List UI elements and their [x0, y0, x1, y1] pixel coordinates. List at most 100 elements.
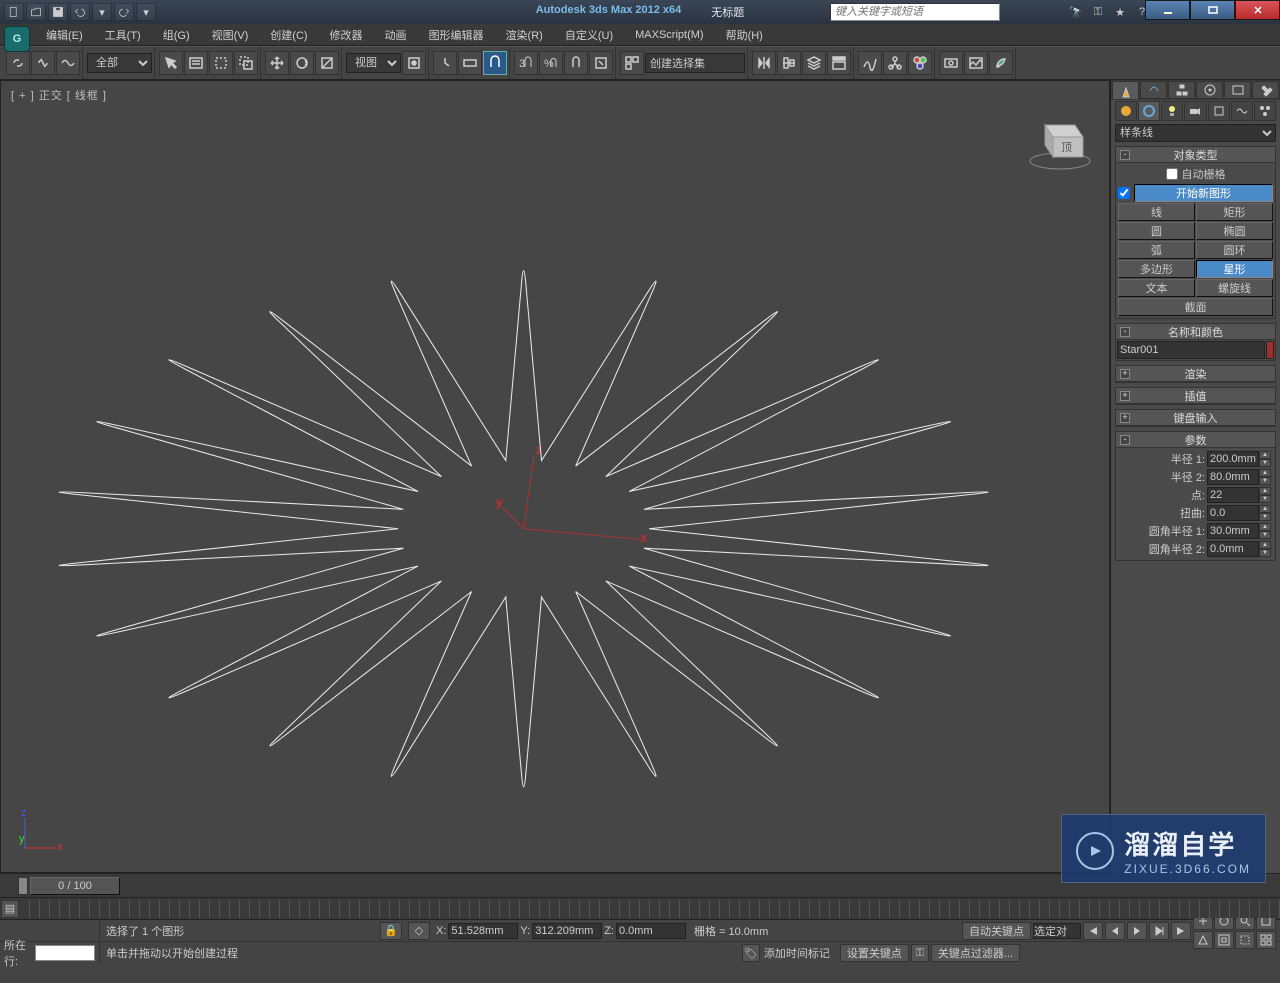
menu-maxscript[interactable]: MAXScript(M)	[625, 27, 713, 43]
manipulate-icon[interactable]	[433, 51, 457, 75]
application-icon[interactable]: G	[4, 26, 30, 52]
spin-down[interactable]: ▼	[1259, 495, 1271, 503]
spin-down[interactable]: ▼	[1259, 459, 1271, 467]
set-key-button[interactable]: 设置关键点	[840, 944, 909, 962]
unlink-icon[interactable]	[31, 51, 55, 75]
menu-views[interactable]: 视图(V)	[202, 25, 259, 45]
prev-frame-icon[interactable]	[1105, 922, 1125, 940]
param-input-3[interactable]	[1207, 505, 1259, 521]
shape-text[interactable]: 文本	[1118, 279, 1195, 297]
spin-down[interactable]: ▼	[1259, 531, 1271, 539]
rotate-icon[interactable]	[290, 51, 314, 75]
rollout-head-name[interactable]: -名称和颜色	[1116, 324, 1275, 340]
subtab-helpers[interactable]	[1208, 101, 1230, 121]
spin-up[interactable]: ▲	[1259, 451, 1271, 459]
spin-up[interactable]: ▲	[1259, 505, 1271, 513]
spin-up[interactable]: ▲	[1259, 541, 1271, 549]
coord-y[interactable]	[532, 923, 602, 939]
param-input-1[interactable]	[1207, 469, 1259, 485]
menu-edit[interactable]: 编辑(E)	[36, 25, 93, 45]
named-sel-sets-icon[interactable]	[620, 51, 644, 75]
render-setup-icon[interactable]	[939, 51, 963, 75]
shape-ellipse[interactable]: 椭圆	[1196, 222, 1273, 240]
qa-redo-icon[interactable]	[114, 3, 134, 21]
menu-tools[interactable]: 工具(T)	[95, 25, 151, 45]
mirror-icon[interactable]	[752, 51, 776, 75]
viewcube[interactable]: 顶	[1025, 105, 1095, 175]
link-icon[interactable]	[6, 51, 30, 75]
rollout-head-render[interactable]: +渲染	[1116, 366, 1275, 382]
trackbar-toggle-icon[interactable]: ▤	[1, 900, 19, 918]
spin-down[interactable]: ▼	[1259, 513, 1271, 521]
toggle-ribbon-icon[interactable]	[827, 51, 851, 75]
shape-star[interactable]: 星形	[1196, 260, 1273, 278]
shape-ngon[interactable]: 多边形	[1118, 260, 1195, 278]
key-icon[interactable]: ⚿	[1090, 4, 1106, 20]
edit-named-sel-icon[interactable]	[589, 51, 613, 75]
play-icon[interactable]	[1127, 922, 1147, 940]
key-mode-icon[interactable]: ⚿	[911, 944, 929, 962]
qa-open-icon[interactable]	[26, 3, 46, 21]
lock-selection-icon[interactable]: 🔒	[380, 922, 402, 940]
layers-icon[interactable]	[802, 51, 826, 75]
menu-group[interactable]: 组(G)	[153, 25, 200, 45]
material-editor-icon[interactable]	[908, 51, 932, 75]
coord-x[interactable]	[448, 923, 518, 939]
ref-coord-system[interactable]: 视图	[346, 53, 401, 73]
object-name-input[interactable]	[1117, 341, 1265, 359]
add-time-tag[interactable]: 添加时间标记	[764, 945, 840, 961]
maximize-button[interactable]	[1190, 0, 1235, 20]
viewport-canvas[interactable]: x y z	[1, 81, 1109, 872]
time-slider-handle[interactable]	[18, 877, 28, 895]
shape-arc[interactable]: 弧	[1118, 241, 1195, 259]
minimize-button[interactable]	[1145, 0, 1190, 20]
angle-snap-icon[interactable]: 3	[514, 51, 538, 75]
rollout-head-interp[interactable]: +插值	[1116, 388, 1275, 404]
menu-animation[interactable]: 动画	[375, 25, 417, 45]
tab-hierarchy[interactable]	[1168, 81, 1195, 99]
keyboard-shortcut-icon[interactable]	[458, 51, 482, 75]
select-by-name-icon[interactable]	[184, 51, 208, 75]
shape-category-select[interactable]: 样条线	[1115, 124, 1276, 142]
tab-motion[interactable]	[1196, 81, 1223, 99]
shape-circle[interactable]: 圆	[1118, 222, 1195, 240]
coord-z[interactable]	[616, 923, 686, 939]
subtab-spacewarps[interactable]	[1231, 101, 1253, 121]
search-input[interactable]	[830, 3, 1000, 21]
key-filter-button[interactable]: 关键点过滤器...	[931, 944, 1020, 962]
window-crossing-icon[interactable]	[234, 51, 258, 75]
spin-up[interactable]: ▲	[1259, 523, 1271, 531]
binoculars-icon[interactable]: 🔭	[1068, 4, 1084, 20]
param-input-4[interactable]	[1207, 523, 1259, 539]
subtab-cameras[interactable]	[1184, 101, 1206, 121]
schematic-view-icon[interactable]	[883, 51, 907, 75]
shape-rectangle[interactable]: 矩形	[1196, 203, 1273, 221]
autogrid-checkbox[interactable]	[1166, 168, 1178, 180]
time-slider[interactable]: 0 / 100	[30, 877, 120, 895]
rendered-frame-icon[interactable]	[964, 51, 988, 75]
align-icon[interactable]	[777, 51, 801, 75]
rollout-head-params[interactable]: -参数	[1116, 432, 1275, 448]
help-search[interactable]	[830, 3, 1000, 21]
curve-editor-icon[interactable]	[858, 51, 882, 75]
menu-rendering[interactable]: 渲染(R)	[496, 25, 553, 45]
shape-helix[interactable]: 螺旋线	[1196, 279, 1273, 297]
menu-help[interactable]: 帮助(H)	[716, 25, 773, 45]
viewport-label[interactable]: [ + ] 正交 [ 线框 ]	[11, 87, 107, 103]
menu-create[interactable]: 创建(C)	[260, 25, 317, 45]
time-tag-icon[interactable]: 🏷	[742, 944, 760, 962]
goto-end-icon[interactable]	[1171, 922, 1191, 940]
next-frame-icon[interactable]	[1149, 922, 1169, 940]
rollout-head-keyboard[interactable]: +键盘输入	[1116, 410, 1275, 426]
tab-create[interactable]	[1112, 81, 1139, 99]
render-production-icon[interactable]	[989, 51, 1013, 75]
param-input-2[interactable]	[1207, 487, 1259, 503]
param-input-0[interactable]	[1207, 451, 1259, 467]
qa-undo-icon[interactable]	[70, 3, 90, 21]
menu-customize[interactable]: 自定义(U)	[555, 25, 623, 45]
param-input-5[interactable]	[1207, 541, 1259, 557]
spin-up[interactable]: ▲	[1259, 487, 1271, 495]
spin-up[interactable]: ▲	[1259, 469, 1271, 477]
bind-spacewarp-icon[interactable]	[56, 51, 80, 75]
viewport[interactable]: [ + ] 正交 [ 线框 ] x y z 顶	[0, 80, 1110, 873]
